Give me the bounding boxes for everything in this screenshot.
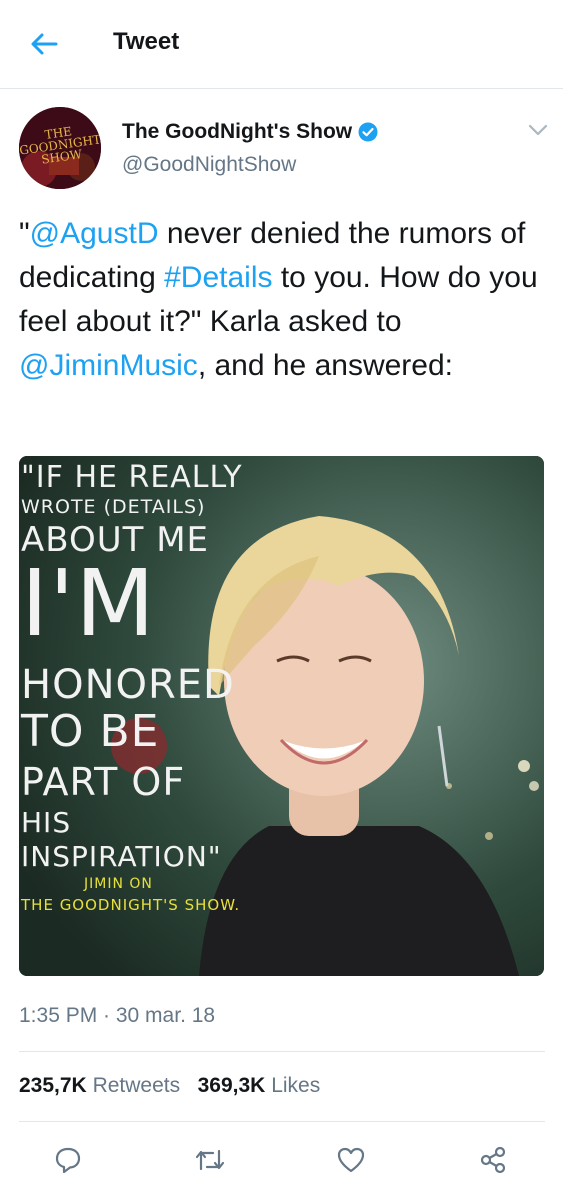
divider bbox=[19, 1121, 545, 1122]
tweet-actions bbox=[0, 1130, 563, 1190]
share-button[interactable] bbox=[463, 1130, 523, 1190]
quote-line: INSPIRATION" bbox=[21, 840, 222, 873]
hashtag-link[interactable]: #Details bbox=[164, 261, 272, 294]
quote-line: HONORED bbox=[21, 662, 235, 708]
author-display-name[interactable]: The GoodNight's Show bbox=[122, 120, 352, 144]
reply-icon bbox=[55, 1147, 81, 1174]
back-button[interactable] bbox=[22, 26, 66, 62]
share-icon bbox=[480, 1146, 506, 1174]
quote-line: TO BE bbox=[21, 706, 160, 757]
tweet-image[interactable]: "IF HE REALLY WROTE (DETAILS) ABOUT ME I… bbox=[19, 456, 544, 976]
quote-line: HIS bbox=[21, 806, 72, 839]
retweets-stat[interactable]: 235,7K Retweets bbox=[19, 1074, 180, 1097]
quote-line: "IF HE REALLY bbox=[21, 460, 243, 495]
quote-line: PART OF bbox=[21, 760, 186, 804]
tweet-text: "@AgustD never denied the rumors of dedi… bbox=[19, 212, 549, 388]
retweet-icon bbox=[195, 1149, 225, 1171]
likes-label: Likes bbox=[271, 1074, 321, 1097]
author-handle[interactable]: @GoodNightShow bbox=[122, 153, 296, 177]
mention-link[interactable]: @JiminMusic bbox=[19, 349, 198, 382]
like-icon bbox=[337, 1147, 365, 1173]
like-button[interactable] bbox=[321, 1130, 381, 1190]
retweet-button[interactable] bbox=[180, 1130, 240, 1190]
quote-overlay: "IF HE REALLY WROTE (DETAILS) ABOUT ME I… bbox=[19, 456, 269, 976]
tweet-timestamp[interactable]: 1:35 PM · 30 mar. 18 bbox=[19, 1004, 215, 1028]
retweets-label: Retweets bbox=[92, 1074, 181, 1097]
arrow-left-icon bbox=[31, 33, 58, 55]
divider bbox=[19, 1051, 545, 1052]
chevron-down-icon[interactable] bbox=[524, 118, 552, 142]
page-title: Tweet bbox=[113, 28, 180, 55]
verified-badge-icon bbox=[358, 122, 378, 142]
quote-line: WROTE (DETAILS) bbox=[21, 496, 206, 518]
caption-line: THE GOODNIGHT'S SHOW. bbox=[21, 896, 241, 914]
reply-button[interactable] bbox=[38, 1130, 98, 1190]
header-bar: Tweet bbox=[0, 0, 563, 89]
tweet-stats: 235,7K Retweets 369,3K Likes bbox=[19, 1074, 320, 1098]
avatar[interactable]: THE GOODNIGHT'S SHOW bbox=[19, 107, 101, 189]
tweet-text-segment: " bbox=[19, 217, 30, 250]
likes-count: 369,3K bbox=[197, 1074, 266, 1097]
likes-stat[interactable]: 369,3K Likes bbox=[198, 1074, 321, 1097]
quote-line: I'M bbox=[21, 550, 156, 657]
tweet-text-segment: , and he answered: bbox=[197, 349, 453, 382]
mention-link[interactable]: @AgustD bbox=[30, 217, 159, 250]
retweets-count: 235,7K bbox=[19, 1074, 87, 1097]
caption-line: JIMIN ON bbox=[84, 876, 153, 892]
